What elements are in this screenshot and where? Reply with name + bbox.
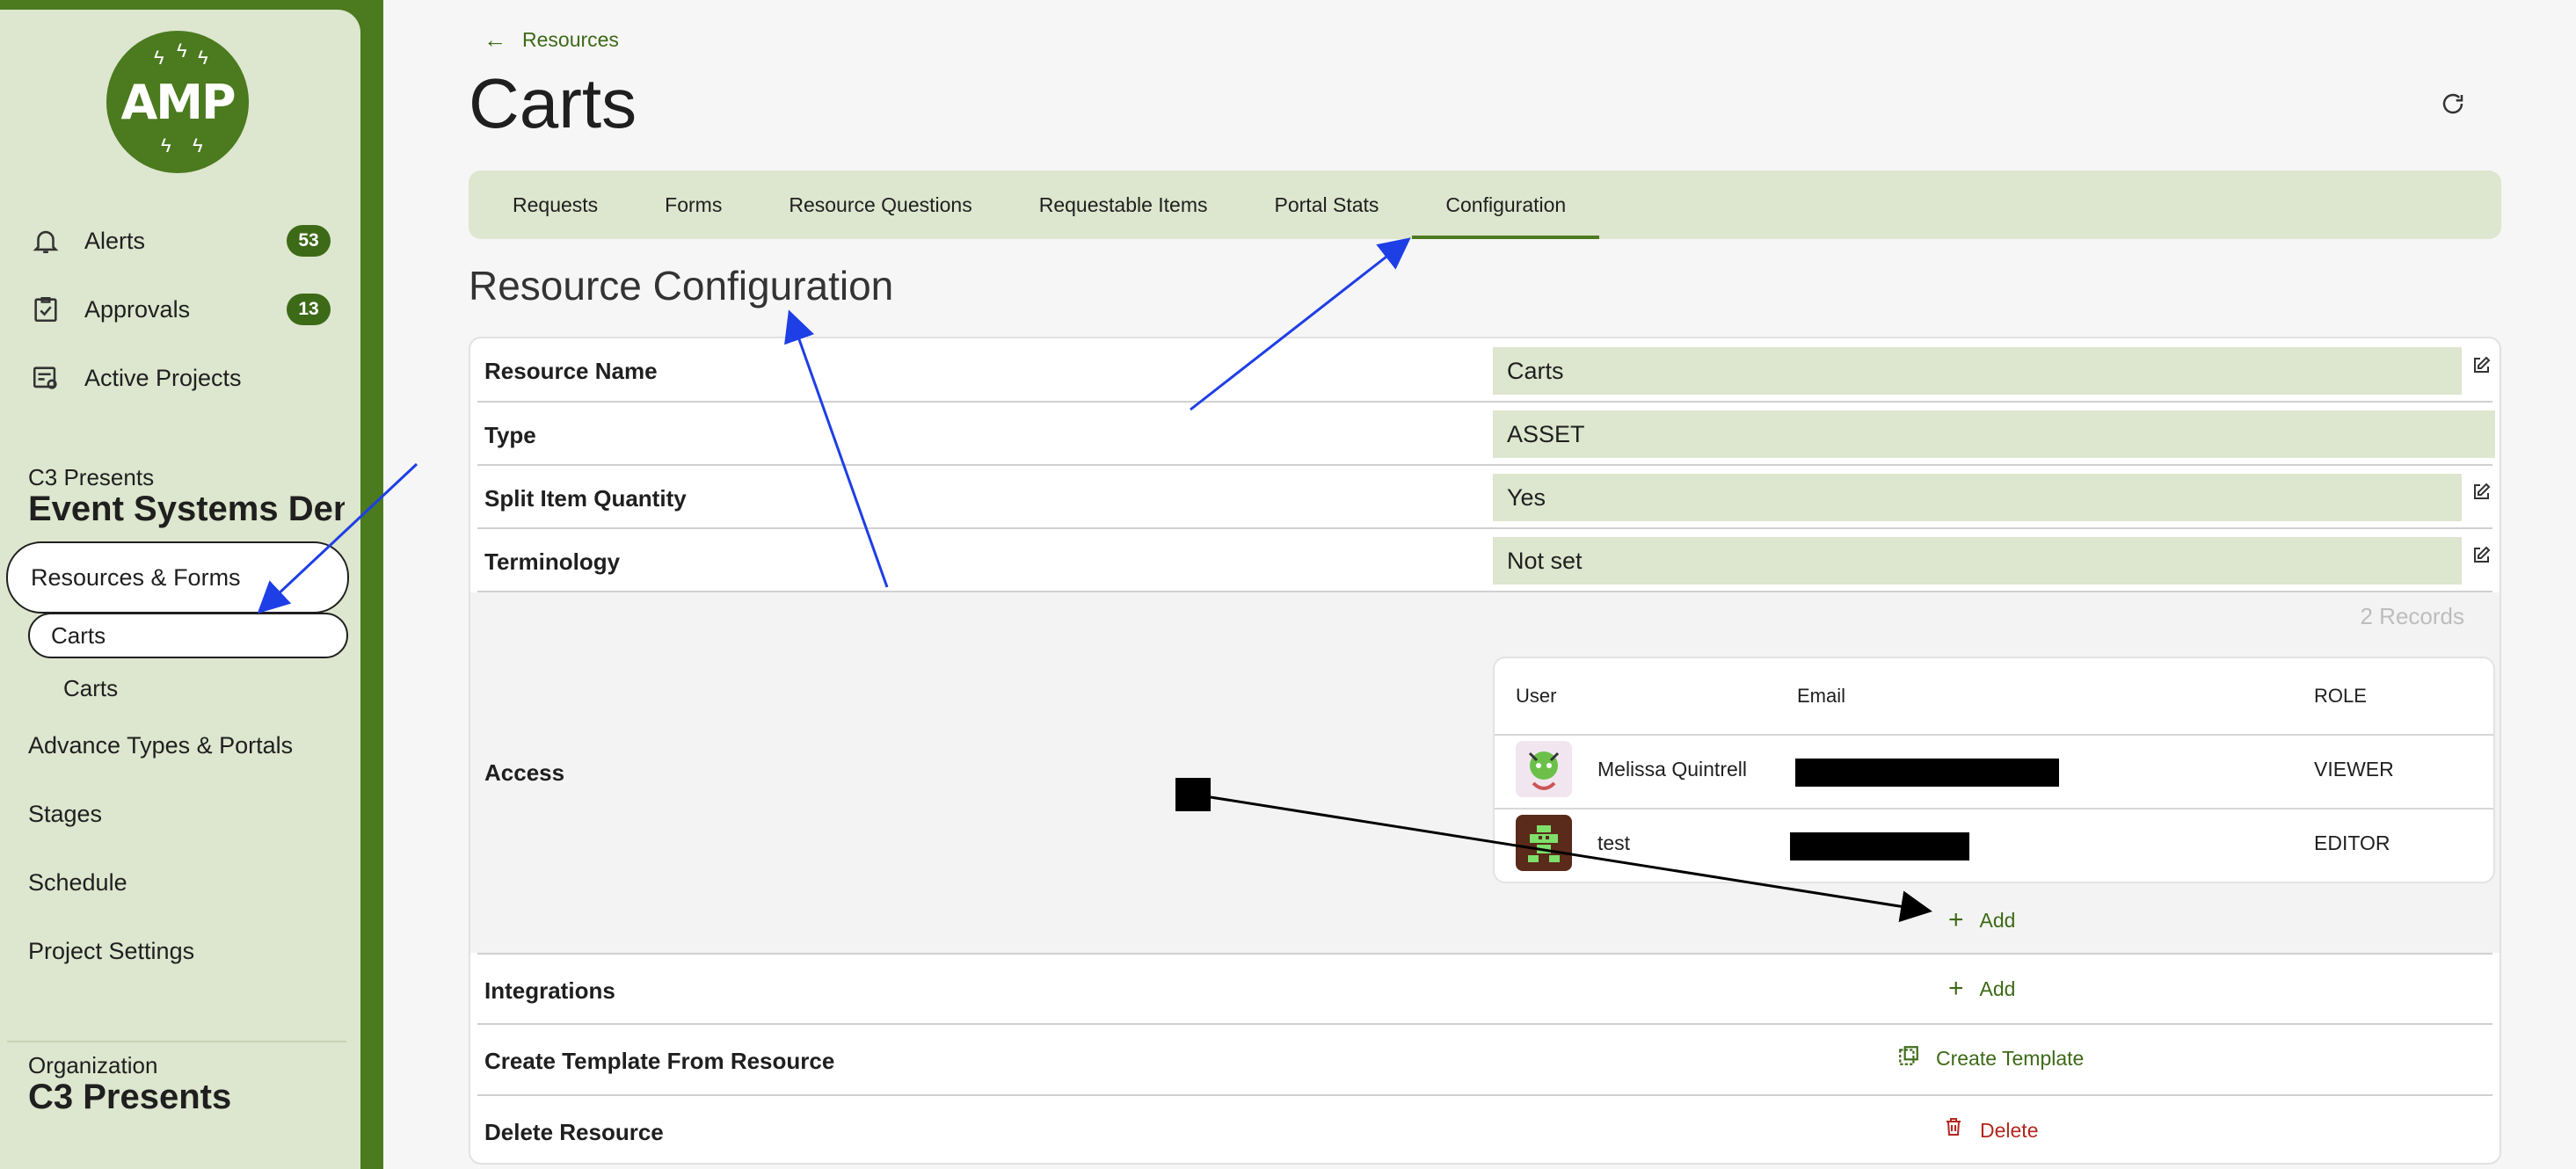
avatar [1516, 741, 1572, 797]
split-quantity-label: Split Item Quantity [484, 485, 687, 512]
edit-split-quantity-icon[interactable] [2468, 479, 2494, 505]
row-create-template: Create Template From Resource Create Tem… [477, 1025, 2492, 1096]
config-table: Resource Name Carts Type ASSET Split Ite… [469, 337, 2501, 1165]
table-divider [1495, 734, 2493, 736]
email-redacted [1795, 759, 2059, 787]
sidebar: ϟ ϟ ϟ AMP ϟ ϟ Alerts 53 Approvals 13 Act… [0, 10, 360, 1169]
row-delete-resource: Delete Resource Delete [477, 1096, 2492, 1165]
user-role: EDITOR [2314, 831, 2390, 854]
tab-requests[interactable]: Requests [479, 171, 631, 239]
resource-name-value: Carts [1493, 347, 2462, 395]
user-role: VIEWER [2314, 758, 2394, 781]
resources-forms-label: Resources & Forms [31, 563, 241, 591]
tab-bar: Requests Forms Resource Questions Reques… [469, 171, 2501, 239]
type-label: Type [484, 422, 536, 448]
tab-configuration[interactable]: Configuration [1412, 171, 1600, 239]
user-name: Melissa Quintrell [1597, 758, 1747, 781]
tab-portal-stats[interactable]: Portal Stats [1241, 171, 1413, 239]
template-icon [1897, 1044, 1920, 1073]
row-type: Type ASSET [477, 403, 2495, 466]
app-logo[interactable]: ϟ ϟ ϟ AMP ϟ ϟ [106, 31, 249, 173]
breadcrumb-resources: Resources [522, 28, 619, 51]
approvals-count-badge: 13 [287, 294, 331, 325]
access-users-table: User Email ROLE Melissa Quintrell VIEWER… [1493, 657, 2495, 883]
project-view-icon [28, 360, 63, 396]
create-template-label: Create Template From Resource [484, 1048, 835, 1074]
row-access: Access 2 Records User Email ROLE Melissa… [470, 592, 2500, 953]
col-header-email: Email [1797, 685, 1846, 707]
logo-spark-icon: ϟ [193, 134, 203, 156]
nav-active-projects-label: Active Projects [84, 364, 242, 391]
table-divider [1495, 808, 2493, 810]
add-integration-label: Add [1979, 977, 2016, 1000]
type-value: ASSET [1493, 410, 2495, 458]
nav-approvals[interactable]: Approvals 13 [28, 283, 331, 336]
row-integrations: Integrations + Add [477, 955, 2492, 1025]
nav-alerts-label: Alerts [84, 227, 146, 254]
tab-resource-questions[interactable]: Resource Questions [755, 171, 1005, 239]
nav-approvals-label: Approvals [84, 295, 191, 323]
carts-active-label: Carts [51, 621, 106, 649]
col-header-user: User [1516, 685, 1557, 707]
trash-icon [1943, 1115, 1964, 1145]
edit-resource-name-icon[interactable] [2468, 352, 2494, 379]
row-split-quantity: Split Item Quantity Yes [477, 466, 2492, 529]
logo-spark-icon: ϟ [177, 40, 187, 62]
arrow-left-icon: ← [484, 26, 506, 53]
terminology-label: Terminology [484, 548, 621, 575]
sidebar-divider [7, 1041, 346, 1042]
logo-text: AMP [120, 74, 236, 130]
records-count: 2 Records [2360, 603, 2465, 629]
integrations-label: Integrations [484, 977, 615, 1004]
carts-sub-nav[interactable]: Carts [63, 675, 118, 702]
tab-requestable-items[interactable]: Requestable Items [1006, 171, 1241, 239]
nav-project-settings[interactable]: Project Settings [28, 938, 194, 965]
carts-nav-active[interactable]: Carts [28, 613, 348, 658]
breadcrumb[interactable]: ← Resources [484, 26, 619, 54]
delete-action-label: Delete [1980, 1118, 2039, 1142]
avatar [1516, 815, 1572, 871]
organization-label: Organization [28, 1052, 158, 1078]
nav-active-projects[interactable]: Active Projects [28, 352, 331, 404]
page-title: Carts [469, 64, 637, 142]
create-template-button[interactable]: Create Template [1897, 1044, 2084, 1073]
tab-forms[interactable]: Forms [631, 171, 755, 239]
organization-name: C3 Presents [28, 1078, 232, 1116]
bell-icon [28, 223, 63, 258]
project-org-label: C3 Presents [28, 464, 155, 490]
add-access-button[interactable]: + Add [1948, 905, 2015, 935]
clipboard-check-icon [28, 292, 63, 327]
section-heading: Resource Configuration [469, 263, 894, 309]
user-name: test [1597, 831, 1631, 854]
add-integration-button[interactable]: + Add [1948, 974, 2015, 1004]
nav-alerts[interactable]: Alerts 53 [28, 214, 331, 267]
nav-advance-types[interactable]: Advance Types & Portals [28, 732, 293, 759]
plus-icon: + [1948, 905, 1964, 934]
edit-terminology-icon[interactable] [2468, 542, 2494, 569]
resource-name-label: Resource Name [484, 358, 658, 384]
logo-spark-icon: ϟ [161, 134, 171, 156]
nav-schedule[interactable]: Schedule [28, 869, 127, 897]
project-name: Event Systems Den [28, 490, 345, 528]
nav-stages[interactable]: Stages [28, 801, 102, 828]
access-label: Access [484, 759, 565, 786]
row-terminology: Terminology Not set [477, 529, 2492, 592]
logo-spark-icon: ϟ [198, 47, 208, 69]
col-header-role: ROLE [2314, 685, 2367, 707]
logo-spark-icon: ϟ [154, 47, 164, 69]
delete-resource-label: Delete Resource [484, 1119, 664, 1145]
refresh-button[interactable] [2434, 84, 2472, 123]
row-resource-name: Resource Name Carts [477, 338, 2492, 403]
terminology-value: Not set [1493, 537, 2462, 584]
alerts-count-badge: 53 [287, 225, 331, 257]
add-access-label: Add [1979, 908, 2016, 932]
create-template-action-label: Create Template [1936, 1047, 2085, 1070]
split-quantity-value: Yes [1493, 474, 2462, 521]
plus-icon: + [1948, 974, 1964, 1003]
delete-resource-button[interactable]: Delete [1943, 1115, 2038, 1145]
email-redacted [1790, 832, 1969, 860]
refresh-icon [2442, 93, 2463, 114]
resources-forms-nav[interactable]: Resources & Forms [6, 541, 349, 614]
